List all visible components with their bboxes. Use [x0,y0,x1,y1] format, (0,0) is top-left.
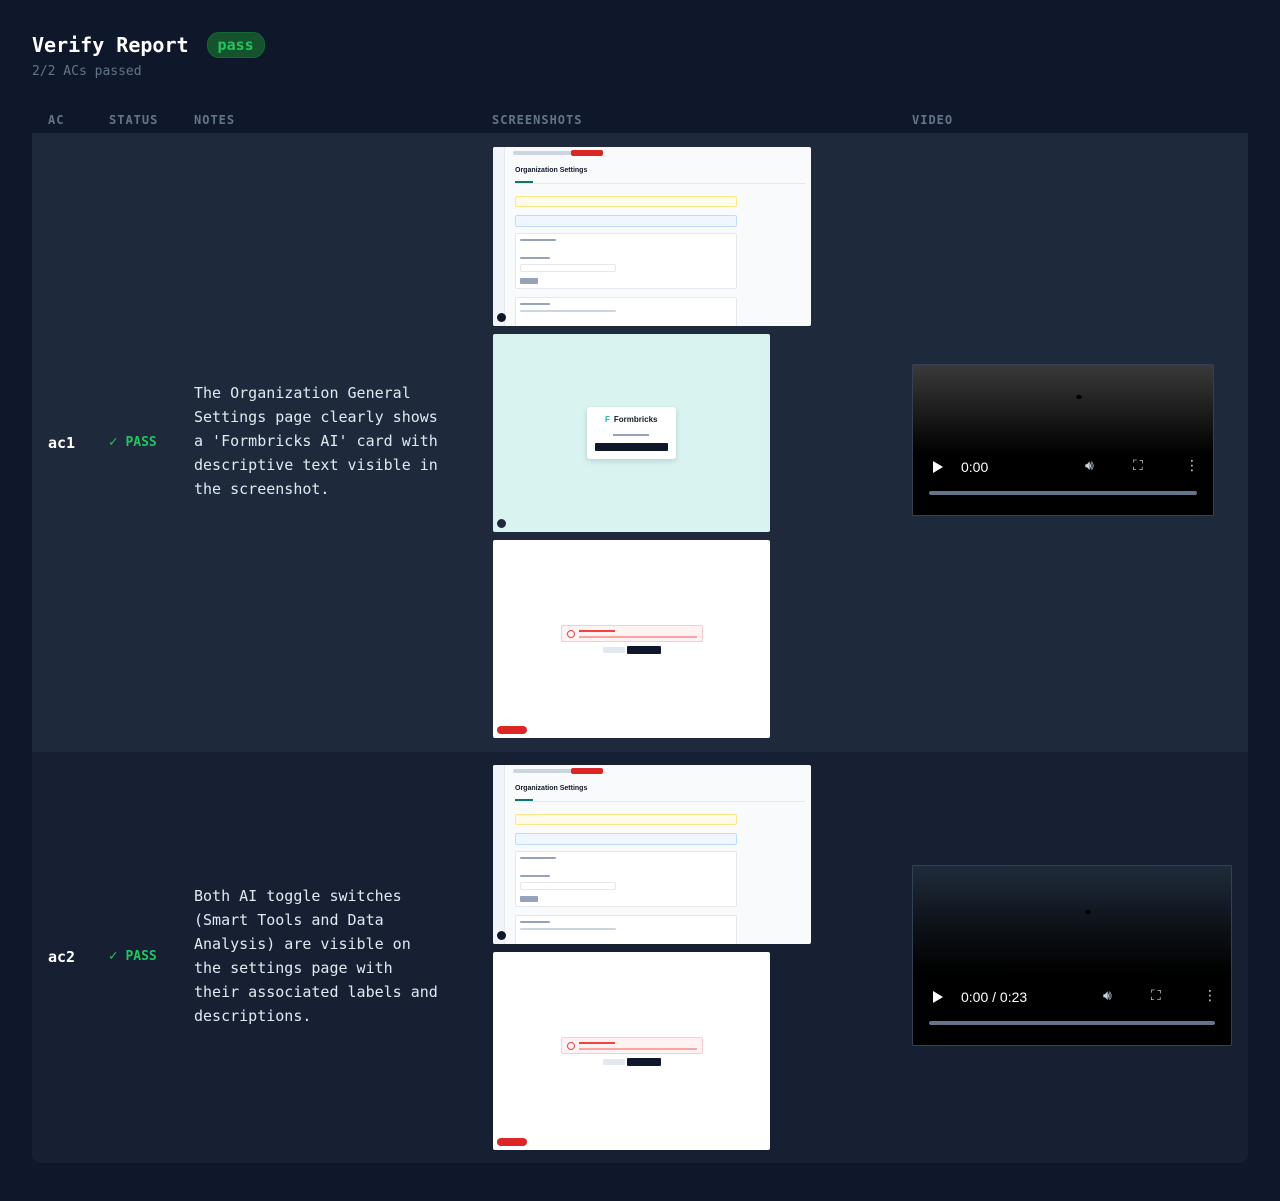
ac-id: ac1 [48,434,76,452]
formbricks-logo-icon: F [605,415,610,424]
video-progress-bar[interactable] [929,1021,1215,1025]
go-to-dashboard-button [627,646,661,654]
go-to-dashboard-button [627,1058,661,1066]
formbricks-ai-card [515,915,737,944]
report-header: Verify Report pass [32,30,1248,60]
screenshot-heading: Organization Settings [515,785,588,792]
environment-tag [571,150,603,156]
video-player[interactable]: 0:00 🔊︎ ⛶ ⋮ [912,364,1214,516]
status-badge: pass [206,32,265,58]
floating-action-icon [497,313,506,322]
video-time: 0:00 [961,459,989,475]
column-header-screenshots: SCREENSHOTS [492,113,583,127]
formbricks-ai-card [515,297,737,326]
info-banner [515,833,737,845]
column-header-notes: NOTES [194,113,236,127]
page-title: Verify Report [32,33,189,57]
floating-action-icon [497,519,506,528]
status-label: PASS [125,949,157,964]
play-icon[interactable] [933,461,943,473]
column-header-ac: AC [48,113,65,127]
ac-id: ac2 [48,948,76,966]
status-label: PASS [125,435,157,450]
error-alert [561,625,703,642]
video-time: 0:00 / 0:23 [961,989,1028,1005]
fullscreen-icon[interactable]: ⛶ [1133,458,1143,474]
check-icon: ✓ [109,948,118,964]
issues-pill [497,1138,527,1146]
info-banner [515,215,737,227]
tab-general [515,181,533,183]
notes-text: Both AI toggle switches (Smart Tools and… [194,887,438,1025]
error-icon [567,630,575,638]
error-alert [561,1037,703,1054]
notes-text: The Organization General Settings page c… [194,384,438,498]
tab-bar [515,183,805,184]
screenshot-thumbnail[interactable]: Organization Settings [493,765,811,944]
cursor-icon [1085,910,1091,914]
status-cell: ✓ PASS [109,948,157,964]
screenshot-thumbnail[interactable] [493,540,770,738]
play-icon[interactable] [933,991,943,1003]
volume-icon[interactable]: 🔊︎ [1085,458,1094,474]
warning-banner [515,196,737,207]
cursor-icon [1076,395,1082,399]
app-sidebar [493,147,505,326]
screenshot-thumbnail[interactable]: F Formbricks [493,334,770,532]
table-row: ac1 ✓ PASS The Organization General Setti… [32,133,1248,752]
try-again-button [603,1059,625,1065]
brand-logo: F Formbricks [605,415,658,424]
issues-pill [497,726,527,734]
floating-action-icon [497,931,506,940]
environment-tag [571,768,603,774]
tab-general [515,799,533,801]
summary-text: 2/2 ACs passed [32,64,142,79]
check-icon: ✓ [109,434,118,450]
warning-banner [515,814,737,825]
column-header-status: STATUS [109,113,159,127]
column-header-video: VIDEO [912,113,954,127]
table-row: ac2 ✓ PASS Both AI toggle switches (Smart… [32,752,1248,1163]
error-icon [567,1042,575,1050]
more-vertical-icon[interactable]: ⋮ [1203,988,1217,1004]
screenshot-heading: Organization Settings [515,167,588,174]
login-card: F Formbricks [587,407,676,459]
org-name-card [515,851,737,907]
fullscreen-icon[interactable]: ⛶ [1151,988,1161,1004]
table-header: AC STATUS NOTES SCREENSHOTS VIDEO [32,107,1248,133]
screenshot-thumbnail[interactable] [493,952,770,1150]
org-name-card [515,233,737,289]
tab-bar [515,801,805,802]
try-again-button [603,647,625,653]
volume-icon[interactable]: 🔊︎ [1103,988,1112,1004]
screenshot-thumbnail[interactable]: Organization Settings [493,147,811,326]
video-progress-bar[interactable] [929,491,1197,495]
video-player[interactable]: 0:00 / 0:23 🔊︎ ⛶ ⋮ [912,865,1232,1046]
more-vertical-icon[interactable]: ⋮ [1185,458,1199,474]
status-cell: ✓ PASS [109,434,157,450]
app-sidebar [493,765,505,944]
login-button [595,443,668,451]
report-container: Verify Report pass 2/2 ACs passed AC STA… [32,30,1248,1163]
